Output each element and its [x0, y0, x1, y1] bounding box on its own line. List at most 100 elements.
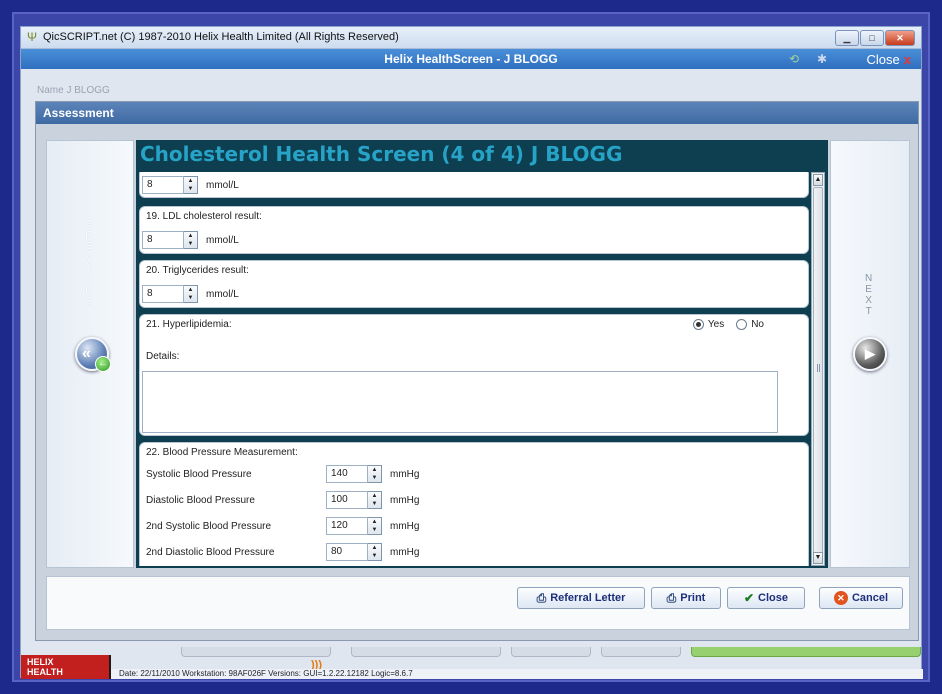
assessment-dialog: Assessment P R E V I O U S « ← Cholester… — [35, 101, 919, 641]
spin-down-icon[interactable]: ▼ — [184, 294, 197, 302]
q18-value-field[interactable]: 8 — [142, 176, 184, 194]
form-scrollbar[interactable]: ▲ ▼ — [811, 172, 825, 566]
q20-value-field[interactable]: 8 — [142, 285, 184, 303]
prev-letter: V — [85, 252, 93, 263]
q18-stepper[interactable]: 8 ▲ ▼ mmol/L — [142, 176, 239, 194]
printer-icon: ⎙ — [536, 590, 547, 605]
spin-up-icon[interactable]: ▲ — [184, 177, 197, 185]
refresh-icon[interactable]: ⟲ — [787, 52, 801, 66]
logo-line-2: HEALTH — [27, 667, 63, 677]
app-close-button[interactable]: Close x — [867, 52, 911, 67]
next-panel[interactable]: N E X T ▶ — [830, 140, 910, 568]
back-arrow-icon: ← — [95, 356, 111, 372]
scrollbar-thumb[interactable] — [813, 187, 823, 553]
q18-unit: mmol/L — [206, 179, 239, 191]
scrollbar-grip-icon — [817, 364, 820, 372]
spin-up-icon[interactable]: ▲ — [184, 232, 197, 240]
helix-health-logo: HELIX HEALTH — [21, 655, 111, 679]
spin-down-icon[interactable]: ▼ — [368, 526, 381, 534]
systolic-value-field[interactable]: 140 — [326, 465, 368, 483]
hyperlipidemia-radio-group: Yes No — [692, 319, 764, 330]
app-header-title: Helix HealthScreen - J BLOGG — [384, 52, 558, 66]
diastolic-2-spin-buttons[interactable]: ▲ ▼ — [368, 543, 382, 561]
spin-up-icon[interactable]: ▲ — [368, 518, 381, 526]
question-card-18: 8 ▲ ▼ mmol/L — [139, 172, 809, 198]
spin-up-icon[interactable]: ▲ — [368, 492, 381, 500]
dialog-footer: ⎙ Referral Letter ⎙ Print ✔ Close ✕ Canc… — [46, 576, 910, 630]
app-close-label: Close — [866, 52, 900, 67]
window-titlebar: Ψ QicSCRIPT.net (C) 1987-2010 Helix Heal… — [21, 27, 921, 49]
app-logo-icon: Ψ — [27, 30, 38, 44]
prev-letter: S — [85, 296, 93, 307]
q19-spin-buttons[interactable]: ▲ ▼ — [184, 231, 198, 249]
spin-down-icon[interactable]: ▼ — [368, 500, 381, 508]
next-button[interactable]: ▶ — [853, 337, 887, 371]
diastolic-stepper[interactable]: 100 ▲ ▼ mmHg — [326, 491, 419, 509]
systolic-spin-buttons[interactable]: ▲ ▼ — [368, 465, 382, 483]
question-card-19: 19. LDL cholesterol result: 8 ▲ ▼ mmol/L — [139, 206, 809, 254]
close-button[interactable]: ✔ Close — [727, 587, 805, 609]
radio-yes-indicator[interactable] — [692, 319, 704, 330]
print-button[interactable]: ⎙ Print — [651, 587, 721, 609]
diastolic-spin-buttons[interactable]: ▲ ▼ — [368, 491, 382, 509]
systolic-2-spin-buttons[interactable]: ▲ ▼ — [368, 517, 382, 535]
next-letter: E — [865, 284, 872, 295]
spin-up-icon[interactable]: ▲ — [184, 286, 197, 294]
scroll-up-icon[interactable]: ▲ — [813, 174, 823, 186]
diastolic-2-stepper[interactable]: 80 ▲ ▼ mmHg — [326, 543, 419, 561]
radio-no[interactable]: No — [736, 319, 764, 330]
radio-no-indicator[interactable] — [736, 319, 748, 330]
systolic-stepper[interactable]: 140 ▲ ▼ mmHg — [326, 465, 419, 483]
q20-stepper[interactable]: 8 ▲ ▼ mmol/L — [142, 285, 239, 303]
q20-spin-buttons[interactable]: ▲ ▼ — [184, 285, 198, 303]
logo-line-1: HELIX — [27, 657, 54, 667]
question-card-21: 21. Hyperlipidemia: Yes No Details: — [139, 314, 809, 436]
bp-row-label: Diastolic Blood Pressure — [146, 495, 255, 506]
window-close-button[interactable]: ✕ — [885, 30, 915, 46]
maximize-button[interactable]: □ — [860, 30, 884, 46]
form-scroll-area[interactable]: 8 ▲ ▼ mmol/L 19. LDL cholesterol result: … — [139, 172, 809, 566]
next-letters: N E X T — [865, 273, 872, 317]
diastolic-2-unit: mmHg — [390, 546, 420, 558]
bp-row-label: Systolic Blood Pressure — [146, 469, 252, 480]
bp-row-label: 2nd Systolic Blood Pressure — [146, 521, 272, 532]
next-letter: T — [865, 306, 872, 317]
diastolic-unit: mmHg — [390, 494, 420, 506]
details-textarea[interactable] — [142, 371, 778, 433]
settings-icon[interactable]: ✱ — [815, 52, 829, 66]
q18-spin-buttons[interactable]: ▲ ▼ — [184, 176, 198, 194]
radio-no-label: No — [751, 319, 764, 330]
spin-down-icon[interactable]: ▼ — [368, 474, 381, 482]
app-header: Helix HealthScreen - J BLOGG ⟲ ✱ Close x — [21, 49, 921, 69]
q20-unit: mmol/L — [206, 288, 239, 300]
previous-panel[interactable]: P R E V I O U S « ← — [46, 140, 134, 568]
check-icon: ✔ — [743, 591, 755, 605]
prev-letter: U — [85, 285, 93, 296]
printer-icon: ⎙ — [666, 590, 677, 605]
systolic-2-value-field[interactable]: 120 — [326, 517, 368, 535]
radio-yes[interactable]: Yes — [692, 319, 724, 330]
q19-stepper[interactable]: 8 ▲ ▼ mmol/L — [142, 231, 239, 249]
cancel-button[interactable]: ✕ Cancel — [819, 587, 903, 609]
systolic-2-stepper[interactable]: 120 ▲ ▼ mmHg — [326, 517, 419, 535]
spin-down-icon[interactable]: ▼ — [368, 552, 381, 560]
q19-value-field[interactable]: 8 — [142, 231, 184, 249]
close-x-icon: x — [903, 52, 911, 67]
previous-letters: P R E V I O U S — [85, 219, 93, 307]
q22-label: 22. Blood Pressure Measurement: — [146, 447, 298, 458]
window-title: QicSCRIPT.net (C) 1987-2010 Helix Health… — [43, 31, 399, 43]
spin-down-icon[interactable]: ▼ — [184, 185, 197, 193]
status-bar: HELIX HEALTH Date: 22/11/2010 Workstatio… — [21, 655, 923, 679]
status-text: Date: 22/11/2010 Workstation: 98AF026F V… — [111, 669, 923, 679]
spin-up-icon[interactable]: ▲ — [368, 466, 381, 474]
spin-down-icon[interactable]: ▼ — [184, 240, 197, 248]
referral-letter-button[interactable]: ⎙ Referral Letter — [517, 587, 645, 609]
background-name-label: Name J BLOGG — [37, 85, 110, 96]
previous-button[interactable]: « ← — [75, 337, 111, 372]
scroll-down-icon[interactable]: ▼ — [813, 552, 823, 564]
minimize-button[interactable]: ▁ — [835, 30, 859, 46]
spin-up-icon[interactable]: ▲ — [368, 544, 381, 552]
diastolic-value-field[interactable]: 100 — [326, 491, 368, 509]
diastolic-2-value-field[interactable]: 80 — [326, 543, 368, 561]
prev-letter: E — [85, 241, 93, 252]
